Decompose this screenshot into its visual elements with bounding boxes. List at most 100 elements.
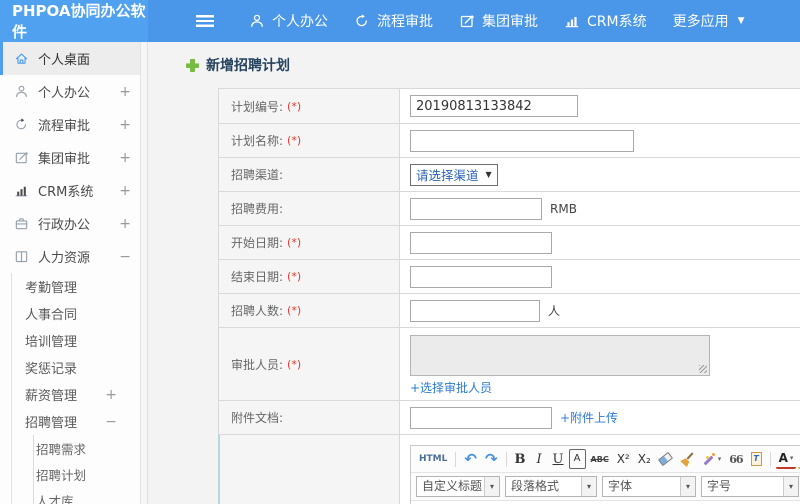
plan-number-input[interactable] xyxy=(410,95,578,117)
nav-item-more-apps[interactable]: 更多应用 ▼ xyxy=(660,0,758,42)
expand-toggle-icon[interactable]: + xyxy=(105,388,117,402)
sidebar-item-crm-system[interactable]: CRM系统 + xyxy=(0,174,147,207)
font-size-select[interactable]: 字号 ▾ xyxy=(701,476,799,497)
field-label-text: 招聘渠道: xyxy=(231,168,284,182)
nav-item-process-approval[interactable]: 流程审批 xyxy=(341,0,446,42)
required-marker: (*) xyxy=(287,99,302,113)
sidebar-item-talent-pool[interactable]: 人才库 xyxy=(0,487,147,504)
expand-toggle-icon[interactable]: + xyxy=(119,217,131,231)
sidebar-item-admin-office[interactable]: 行政办公 + xyxy=(0,207,147,240)
page-title-text: 新增招聘计划 xyxy=(206,58,290,74)
sidebar-scrollbar[interactable] xyxy=(140,42,147,504)
custom-title-select[interactable]: 自定义标题 ▾ xyxy=(416,476,500,497)
expand-toggle-icon[interactable]: − xyxy=(105,415,117,429)
superscript-button[interactable]: X² xyxy=(614,449,633,469)
channel-select[interactable]: 请选择渠道 ▼ xyxy=(410,163,498,186)
sidebar-item-recruit-demand[interactable]: 招聘需求 xyxy=(0,435,147,461)
italic-button[interactable]: I xyxy=(531,449,548,469)
expand-toggle-icon[interactable]: + xyxy=(119,118,131,132)
paste-text-button[interactable]: T xyxy=(748,449,765,469)
attachment-upload-link[interactable]: +附件上传 xyxy=(560,409,618,426)
subscript-button[interactable]: X₂ xyxy=(635,449,654,469)
sidebar-item-group-approval[interactable]: 集团审批 + xyxy=(0,141,147,174)
sidebar-item-label: CRM系统 xyxy=(38,185,94,200)
sidebar-item-salary-mgmt[interactable]: 薪资管理 + xyxy=(0,381,147,408)
sidebar-item-label: 个人办公 xyxy=(38,86,91,101)
blockquote-button[interactable]: 66 xyxy=(726,449,745,469)
expand-toggle-icon[interactable]: + xyxy=(119,85,131,99)
sidebar-item-personal-office[interactable]: 个人办公 + xyxy=(0,75,147,108)
select-approvers-link[interactable]: +选择审批人员 xyxy=(410,379,492,396)
redo-button[interactable]: ↷ xyxy=(482,449,501,469)
sidebar-item-attendance-mgmt[interactable]: 考勤管理 xyxy=(0,273,147,300)
expand-toggle-icon[interactable]: − xyxy=(119,250,131,264)
font-color-button[interactable]: A ▾ xyxy=(775,449,797,469)
expand-toggle-icon[interactable]: + xyxy=(119,184,131,198)
select-value: 请选择渠道 xyxy=(416,168,479,183)
required-marker: (*) xyxy=(287,270,302,283)
approvers-textarea[interactable] xyxy=(410,335,710,376)
auto-typeset-button[interactable]: ▾ xyxy=(699,449,725,469)
underline-button[interactable]: U xyxy=(550,449,567,469)
sidebar-item-rewards-records[interactable]: 奖惩记录 xyxy=(0,354,147,381)
fee-input[interactable] xyxy=(410,197,542,220)
start-date-input[interactable] xyxy=(410,231,552,254)
nav-item-personal-office[interactable]: 个人办公 xyxy=(236,0,341,42)
nav-item-crm-system[interactable]: CRM系统 xyxy=(551,0,660,42)
sidebar-item-label: 流程审批 xyxy=(38,119,91,134)
book-icon xyxy=(14,249,38,264)
headcount-field-cell: 人 xyxy=(400,294,800,327)
expand-toggle-icon[interactable]: + xyxy=(119,151,131,165)
channel-row: 招聘渠道: 请选择渠道 ▼ xyxy=(219,157,800,191)
undo-button[interactable]: ↶ xyxy=(461,449,480,469)
paragraph-format-select[interactable]: 段落格式 ▾ xyxy=(505,476,597,497)
attachment-input[interactable] xyxy=(410,406,552,429)
end-date-row: 结束日期: (*) xyxy=(219,259,800,293)
content-editor-field-cell: HTML↶↷BIUAABCX²X₂▾66TA▾ab▾自定义标题▾段落格式▾字体▾… xyxy=(400,435,800,504)
sidebar-item-recruit-plan[interactable]: 招聘计划 xyxy=(0,461,147,487)
bold-button[interactable]: B xyxy=(512,449,529,469)
field-label-text: 审批人员: xyxy=(231,357,284,372)
attachment-field-cell: +附件上传 xyxy=(400,401,800,434)
top-header: PHPOA协同办公软件 个人办公 流程审批 集团审批 CRM系统 更多应用 ▼ xyxy=(0,0,800,42)
briefcase-icon xyxy=(14,216,38,231)
headcount-input[interactable] xyxy=(410,299,540,322)
strikethrough-button-glyph: ABC xyxy=(590,454,609,464)
field-label: 招聘费用: xyxy=(219,192,400,225)
remove-format-button[interactable] xyxy=(656,449,675,469)
sidebar-item-label: 薪资管理 xyxy=(25,389,78,404)
sidebar-item-hr-contract[interactable]: 人事合同 xyxy=(0,300,147,327)
body-wrap: 个人桌面 个人办公 + 流程审批 + 集团审批 + CRM系统 + 行政办公 + 人力资源 − 考勤管理人… xyxy=(0,42,800,504)
caret-down-icon: ▾ xyxy=(680,477,695,496)
wand-icon xyxy=(702,452,716,466)
sidebar-item-label: 考勤管理 xyxy=(25,281,78,296)
autotypeset-button[interactable]: A xyxy=(568,449,586,469)
field-suffix: 人 xyxy=(548,304,561,318)
plan-name-input[interactable] xyxy=(410,129,634,152)
undo-button-glyph: ↶ xyxy=(464,450,477,468)
end-date-input[interactable] xyxy=(410,265,552,288)
required-marker: (*) xyxy=(287,357,302,371)
sidebar-item-human-resources[interactable]: 人力资源 − xyxy=(0,240,147,273)
field-label: 招聘人数: (*) xyxy=(219,294,400,327)
sidebar-item-personal-desktop[interactable]: 个人桌面 xyxy=(0,42,147,75)
sidebar-item-recruitment-mgmt[interactable]: 招聘管理 − xyxy=(0,408,147,435)
editor-toolbar-row-1: HTML↶↷BIUAABCX²X₂▾66TA▾ab▾ xyxy=(411,446,800,473)
required-marker: (*) xyxy=(287,304,302,317)
plan-name-field-cell xyxy=(400,124,800,157)
font-family-select[interactable]: 字体 ▾ xyxy=(602,476,696,497)
approvers-row: 审批人员: (*) +选择审批人员 xyxy=(219,327,800,400)
user-icon xyxy=(14,84,38,99)
sidebar-item-training-mgmt[interactable]: 培训管理 xyxy=(0,327,147,354)
toolbar-separator xyxy=(769,451,771,467)
sidebar-item-process-approval[interactable]: 流程审批 + xyxy=(0,108,147,141)
html-source-button[interactable]: HTML xyxy=(416,449,450,469)
format-brush-button[interactable] xyxy=(677,449,697,469)
field-label: 开始日期: (*) xyxy=(219,226,400,259)
field-label: 审批人员: (*) xyxy=(219,328,400,400)
font-color-button-glyph: A xyxy=(778,450,788,465)
nav-item-group-approval[interactable]: 集团审批 xyxy=(446,0,551,42)
strikethrough-button[interactable]: ABC xyxy=(588,449,612,469)
menu-toggle-icon[interactable] xyxy=(196,15,214,27)
page-title: 新增招聘计划 xyxy=(186,55,290,75)
